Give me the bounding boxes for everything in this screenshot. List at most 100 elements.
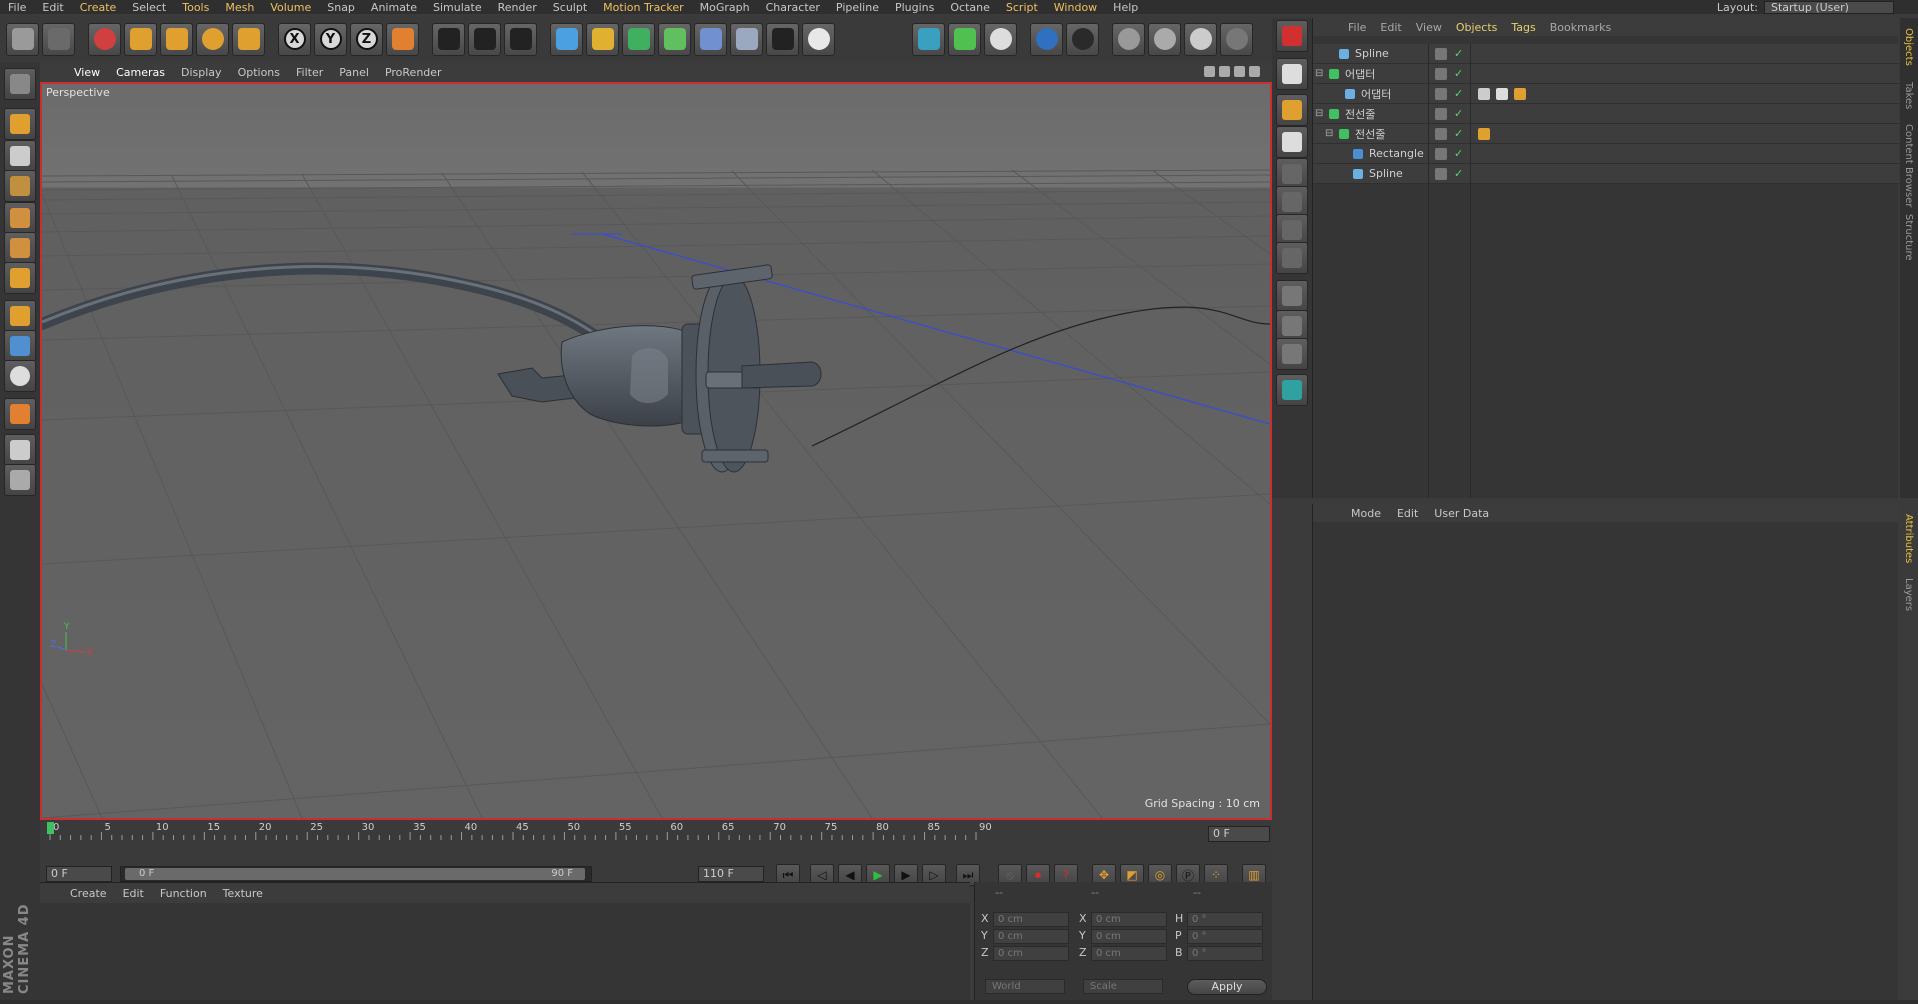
layer-checkbox[interactable] [1435,87,1447,100]
object-menu-objects[interactable]: Objects [1449,21,1505,34]
dolly-view-icon[interactable] [1219,66,1230,77]
menu-pipeline[interactable]: Pipeline [828,1,887,14]
menu-sculpt[interactable]: Sculpt [545,1,595,14]
coordinate-space-select[interactable]: World [985,979,1065,994]
light-button[interactable] [802,22,835,56]
layer-checkbox[interactable] [1435,167,1447,180]
expand-toggle-icon[interactable]: ⊟ [1315,108,1323,119]
object-row-rectangle[interactable]: Rectangle ✓ [1313,144,1899,164]
mograph-button[interactable] [1276,374,1308,406]
diffuse-material-button[interactable] [1112,22,1145,56]
rotation-field[interactable]: 0 ° [1187,912,1263,927]
menu-help[interactable]: Help [1105,1,1146,14]
subdivision-button[interactable] [622,22,655,56]
object-row-spline[interactable]: Spline ✓ [1313,164,1899,184]
object-menu-file[interactable]: File [1341,21,1373,34]
axis-mode-button[interactable] [4,300,36,332]
layer-checkbox[interactable] [1435,127,1447,140]
lock-workplane-button[interactable] [4,434,36,466]
drop-to-floor-button[interactable] [1276,58,1308,90]
apply-button[interactable]: Apply [1187,979,1267,995]
object-tag-icon[interactable] [1478,127,1490,140]
preview-range-slider[interactable]: 0 F 90 F [120,866,592,882]
scale-tool-button[interactable] [160,22,193,56]
position-field[interactable]: 0 cm [993,912,1069,927]
model-mode-button[interactable] [4,108,36,140]
object-menu-edit[interactable]: Edit [1373,21,1408,34]
cube-button[interactable] [550,22,583,56]
z-axis-lock-button[interactable]: Z [350,22,383,56]
coordinate-system-button[interactable] [386,22,419,56]
object-tag-icon[interactable] [1478,87,1490,100]
y-axis-lock-button[interactable]: Y [314,22,347,56]
deformer-button[interactable] [694,22,727,56]
size-field[interactable]: 0 cm [1091,912,1167,927]
tool-e-button[interactable] [1276,280,1308,312]
object-tag-icon[interactable] [1514,87,1526,100]
workplane-mode-button[interactable] [4,170,36,202]
position-field[interactable]: 0 cm [993,946,1069,961]
tab-layers[interactable]: Layers [1903,578,1914,611]
array-button[interactable] [658,22,691,56]
menu-mograph[interactable]: MoGraph [692,1,758,14]
menu-character[interactable]: Character [758,1,828,14]
octane-settings-button[interactable] [984,22,1017,56]
material-menu-texture[interactable]: Texture [215,887,271,900]
visibility-check-icon[interactable]: ✓ [1454,87,1463,100]
material-menu-edit[interactable]: Edit [115,887,152,900]
tab-takes[interactable]: Takes [1903,82,1914,109]
layer-checkbox[interactable] [1435,67,1447,80]
octane-viewer-button[interactable] [912,22,945,56]
tool-g-button[interactable] [1276,338,1308,370]
menu-snap[interactable]: Snap [319,1,363,14]
transform-tool-button[interactable] [232,22,265,56]
edges-mode-button[interactable] [4,232,36,264]
menu-octane[interactable]: Octane [942,1,998,14]
position-field[interactable]: 0 cm [993,929,1069,944]
viewport-menu-filter[interactable]: Filter [288,66,331,79]
object-row-sweep[interactable]: ⊟ 전선줄 ✓ [1313,124,1899,144]
material-menu-create[interactable]: Create [62,887,115,900]
attribute-menu-user-data[interactable]: User Data [1426,507,1497,520]
viewport-menu-display[interactable]: Display [173,66,230,79]
tab-structure[interactable]: Structure [1903,214,1914,261]
visibility-check-icon[interactable]: ✓ [1454,127,1463,140]
visibility-check-icon[interactable]: ✓ [1454,47,1463,60]
visibility-check-icon[interactable]: ✓ [1454,167,1463,180]
menu-simulate[interactable]: Simulate [425,1,490,14]
tab-objects[interactable]: Objects [1903,28,1914,66]
visibility-check-icon[interactable]: ✓ [1454,67,1463,80]
menu-volume[interactable]: Volume [262,1,319,14]
render-region-button[interactable] [1276,126,1308,158]
menu-animate[interactable]: Animate [363,1,425,14]
undo-button[interactable] [6,22,39,56]
render-settings-button[interactable] [504,22,537,56]
object-tag-icon[interactable] [1496,87,1508,100]
object-row-null[interactable]: ⊟ 전선줄 ✓ [1313,104,1899,124]
preview-range-handle[interactable]: 0 F 90 F [125,868,585,880]
menu-edit[interactable]: Edit [34,1,71,14]
current-frame-field[interactable]: 0 F [1208,826,1270,842]
attribute-menu-mode[interactable]: Mode [1343,507,1389,520]
menu-tools[interactable]: Tools [174,1,217,14]
render-picture-viewer-button[interactable] [468,22,501,56]
octane-live-button[interactable] [948,22,981,56]
maximize-view-icon[interactable] [1249,66,1260,77]
expand-toggle-icon[interactable]: ⊟ [1315,68,1323,79]
menu-motion-tracker[interactable]: Motion Tracker [595,1,691,14]
visibility-check-icon[interactable]: ✓ [1454,107,1463,120]
viewport-menu-prorender[interactable]: ProRender [377,66,450,79]
object-row-mesh[interactable]: 어댑터 ✓ [1313,84,1899,104]
object-menu-bookmarks[interactable]: Bookmarks [1543,21,1618,34]
layer-checkbox[interactable] [1435,147,1447,160]
texture-mode-button[interactable] [4,140,36,172]
menu-plugins[interactable]: Plugins [887,1,942,14]
viewport-menu-options[interactable]: Options [230,66,288,79]
attribute-menu-edit[interactable]: Edit [1389,507,1426,520]
mix-material-button[interactable] [1220,22,1253,56]
layer-checkbox[interactable] [1435,107,1447,120]
move-view-icon[interactable] [1204,66,1215,77]
menu-window[interactable]: Window [1046,1,1105,14]
menu-mesh[interactable]: Mesh [217,1,262,14]
render-view-button[interactable] [432,22,465,56]
